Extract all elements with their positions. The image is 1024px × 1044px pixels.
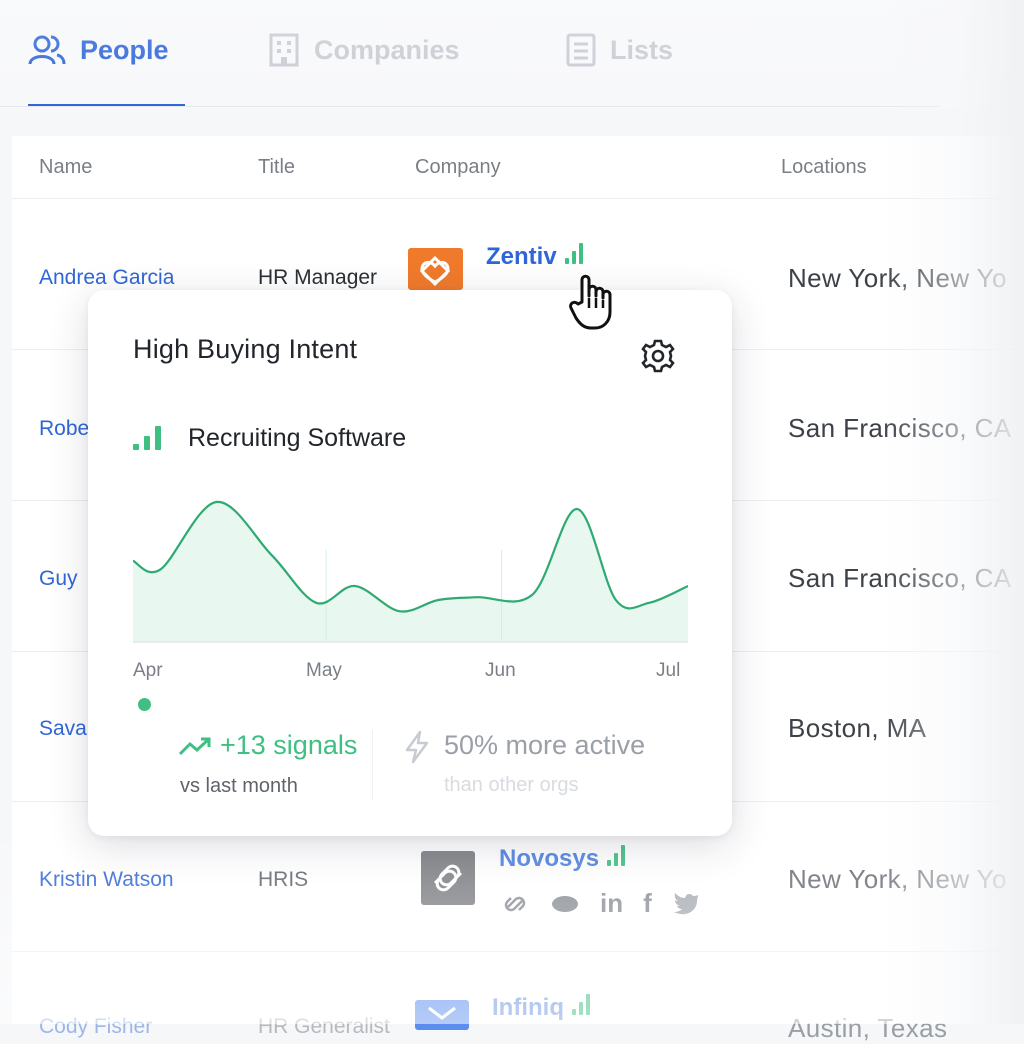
lightning-icon	[402, 730, 432, 769]
axis-label-month: Jul	[656, 660, 681, 681]
link-chain-icon	[433, 864, 463, 892]
signals-stat: +13 signals	[178, 730, 357, 761]
trend-up-icon	[178, 737, 211, 755]
popover-title: High Buying Intent	[133, 334, 358, 364]
person-location: Austin, Texas	[788, 1013, 948, 1043]
buying-intent-popover: High Buying Intent Recruiting Software A…	[88, 290, 732, 836]
activity-comparison: than other orgs	[444, 774, 579, 796]
building-icon	[269, 33, 299, 67]
person-location: San Francisco, CA	[788, 413, 1012, 443]
header-divider	[12, 198, 1024, 199]
stat-divider	[372, 730, 373, 800]
tab-divider	[0, 106, 940, 107]
person-name-link[interactable]: Andrea Garcia	[39, 266, 174, 290]
hand-pointer-cursor-icon	[569, 274, 612, 330]
person-location: New York, New Yo	[788, 263, 1007, 293]
person-name-link[interactable]: Robe	[39, 417, 89, 441]
twitter-icon[interactable]	[672, 891, 700, 917]
axis-label-month: May	[306, 660, 342, 681]
heart-knot-icon	[419, 255, 451, 287]
mail-icon	[428, 1006, 456, 1020]
settings-gear-icon[interactable]	[638, 336, 678, 376]
intent-bars-icon	[571, 994, 593, 1020]
company-cell-novosys: Novosys	[499, 845, 628, 873]
zentiv-logo[interactable]	[408, 248, 463, 290]
tab-companies[interactable]: Companies	[268, 28, 460, 72]
tab-people[interactable]: People	[28, 28, 169, 72]
signals-count: +13 signals	[220, 730, 358, 760]
tab-people-label: People	[80, 34, 169, 65]
intent-bars-icon	[133, 424, 169, 457]
crunchbase-icon[interactable]	[550, 889, 580, 919]
tab-lists-label: Lists	[610, 34, 674, 65]
person-title: HR Manager	[258, 266, 378, 289]
axis-label-month: Jun	[485, 660, 516, 681]
intent-bars-icon	[564, 243, 586, 269]
facebook-icon[interactable]: f	[643, 888, 652, 919]
person-name-link[interactable]: Cody Fisher	[39, 1015, 152, 1039]
novosys-logo[interactable]	[421, 851, 475, 905]
row-divider	[12, 951, 1024, 952]
intent-bars-icon	[607, 845, 628, 871]
linkedin-icon[interactable]: in	[600, 888, 623, 919]
header-locations[interactable]: Locations	[781, 156, 867, 179]
signals-comparison: vs last month	[180, 775, 298, 797]
list-icon	[566, 33, 596, 67]
person-name-link[interactable]: Kristin Watson	[39, 868, 174, 892]
company-name-link[interactable]: Infiniq	[492, 994, 564, 1021]
activity-stat: 50% more active	[444, 730, 646, 760]
company-social-links: in f	[500, 888, 700, 919]
infiniq-logo[interactable]	[415, 1000, 469, 1030]
person-location: Boston, MA	[788, 713, 927, 743]
intent-area-chart	[133, 500, 688, 643]
intent-topic: Recruiting Software	[188, 424, 407, 452]
company-name-link[interactable]: Novosys	[499, 845, 599, 872]
header-name[interactable]: Name	[39, 156, 92, 179]
person-title: HRIS	[258, 868, 309, 891]
link-icon[interactable]	[500, 889, 530, 919]
tab-companies-label: Companies	[314, 34, 460, 65]
people-icon	[28, 35, 66, 65]
current-period-dot	[138, 698, 151, 711]
person-title: HR Generalist	[258, 1015, 390, 1038]
company-cell-infiniq: Infiniq	[492, 994, 593, 1022]
person-location: New York, New Yo	[788, 864, 1007, 894]
person-location: San Francisco, CA	[788, 563, 1012, 593]
company-cell-zentiv: Zentiv	[486, 243, 586, 271]
company-name-link[interactable]: Zentiv	[486, 243, 557, 270]
person-name-link[interactable]: Sava	[39, 717, 87, 741]
tab-lists[interactable]: Lists	[566, 28, 673, 72]
person-name-link[interactable]: Guy	[39, 567, 78, 591]
header-title[interactable]: Title	[258, 156, 295, 179]
header-company[interactable]: Company	[415, 156, 501, 179]
axis-label-month: Apr	[133, 660, 163, 681]
